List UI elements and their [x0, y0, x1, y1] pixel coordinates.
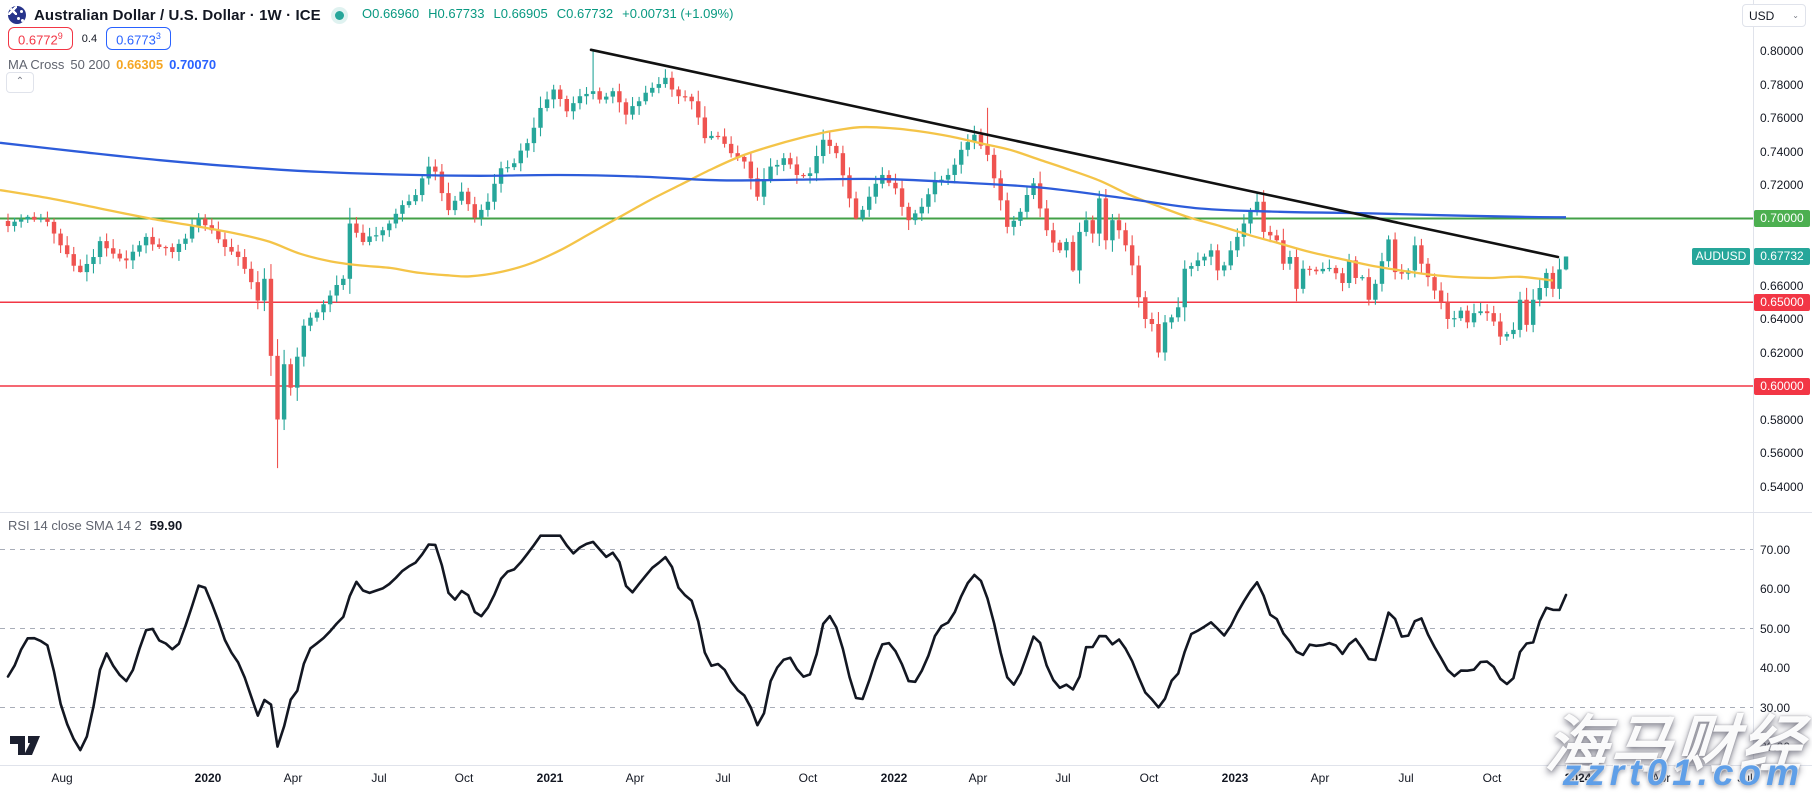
time-axis-label[interactable]: 2021 — [537, 771, 564, 785]
time-axis-label[interactable]: Aug — [51, 771, 72, 785]
sell-button[interactable]: 0.67729 — [8, 27, 73, 50]
price-axis-label: 0.54000 — [1760, 480, 1803, 494]
time-axis-label[interactable]: 2020 — [195, 771, 222, 785]
symbol-header: Australian Dollar / U.S. Dollar · 1W · I… — [8, 4, 344, 26]
rsi-axis-label: 30.00 — [1760, 701, 1790, 715]
symbol-title[interactable]: Australian Dollar / U.S. Dollar · 1W · I… — [34, 7, 321, 24]
close-value: C0.67732 — [557, 6, 613, 21]
rsi-axis-label: 50.00 — [1760, 622, 1790, 636]
rsi-title[interactable]: RSI 14 close SMA 14 2 — [8, 518, 142, 533]
indicator-title[interactable]: MA Cross — [8, 57, 64, 72]
time-axis-label[interactable]: Oct — [799, 771, 818, 785]
time-axis-label[interactable]: 2024 — [1565, 771, 1592, 785]
time-axis-label[interactable]: Jul — [715, 771, 730, 785]
ma200-line[interactable] — [0, 143, 1566, 218]
price-axis-label: 0.62000 — [1760, 346, 1803, 360]
market-status-icon — [335, 11, 344, 20]
rsi-indicator-row: RSI 14 close SMA 14 2 59.90 — [8, 518, 182, 533]
spread-value: 0.4 — [80, 33, 99, 45]
rsi-axis-label: 70.00 — [1760, 543, 1790, 557]
currency-label: USD — [1749, 9, 1774, 23]
time-axis-label[interactable]: Oct — [455, 771, 474, 785]
price-axis-label: 0.66000 — [1760, 279, 1803, 293]
low-value: L0.66905 — [494, 6, 548, 21]
ma50-line[interactable] — [0, 127, 1553, 280]
price-axis-label: 0.56000 — [1760, 446, 1803, 460]
high-value: H0.67733 — [428, 6, 484, 21]
time-axis-label[interactable]: Oct — [1483, 771, 1502, 785]
tradingview-chart-window: Australian Dollar / U.S. Dollar · 1W · I… — [0, 0, 1812, 794]
tradingview-logo[interactable] — [10, 736, 44, 756]
time-axis-label[interactable]: Apr — [969, 771, 988, 785]
change-value: +0.00731 (+1.09%) — [622, 6, 733, 21]
price-axis-label: 0.74000 — [1760, 145, 1803, 159]
level-70-badge: 0.70000 — [1754, 210, 1810, 227]
rsi-gridlines — [0, 550, 1753, 708]
indicator-params: 50 200 — [70, 57, 110, 72]
rsi-axis-label: 20.00 — [1760, 740, 1790, 754]
time-axis-label[interactable]: Jul — [1055, 771, 1070, 785]
time-axis-label[interactable]: Oct — [1140, 771, 1159, 785]
ma50-value: 0.66305 — [116, 57, 163, 72]
time-axis-label[interactable]: Apr — [284, 771, 303, 785]
candlestick-series[interactable] — [6, 50, 1568, 468]
time-axis-label[interactable]: Apr — [626, 771, 645, 785]
currency-dropdown[interactable]: USD ⌄ — [1742, 4, 1806, 27]
trade-panel: 0.67729 0.4 0.67733 — [8, 27, 171, 50]
time-axis-label[interactable]: Apr — [1652, 771, 1671, 785]
collapse-panel-button[interactable]: ⌃ — [6, 72, 34, 93]
price-axis-label: 0.80000 — [1760, 44, 1803, 58]
ohlc-values: O0.66960 H0.67733 L0.66905 C0.67732 +0.0… — [362, 6, 733, 21]
time-axis-label[interactable]: Jul — [1398, 771, 1413, 785]
price-axis-label: 0.58000 — [1760, 413, 1803, 427]
ma-cross-indicator-row: MA Cross 50 200 0.66305 0.70070 — [8, 57, 216, 72]
rsi-line[interactable] — [8, 536, 1566, 750]
level-65-badge: 0.65000 — [1754, 294, 1810, 311]
time-axis-label[interactable]: 2022 — [881, 771, 908, 785]
time-axis-label[interactable]: Jul — [371, 771, 386, 785]
audusd-symbol-badge: AUDUSD — [1692, 248, 1750, 265]
chart-canvas[interactable] — [0, 0, 1812, 794]
rsi-axis-label: 60.00 — [1760, 582, 1790, 596]
level-60-badge: 0.60000 — [1754, 378, 1810, 395]
time-axis-label[interactable]: 2023 — [1222, 771, 1249, 785]
rsi-axis-label: 40.00 — [1760, 661, 1790, 675]
price-axis-label: 0.76000 — [1760, 111, 1803, 125]
open-value: O0.66960 — [362, 6, 419, 21]
chevron-down-icon: ⌄ — [1792, 11, 1799, 20]
price-axis-label: 0.64000 — [1760, 312, 1803, 326]
last-price-badge: 0.67732 — [1754, 248, 1810, 265]
price-axis-label: 0.78000 — [1760, 78, 1803, 92]
time-axis-label[interactable]: Apr — [1311, 771, 1330, 785]
ma200-value: 0.70070 — [169, 57, 216, 72]
buy-button[interactable]: 0.67733 — [106, 27, 171, 50]
time-axis-label[interactable]: Jul — [1737, 771, 1752, 785]
price-axis-label: 0.72000 — [1760, 178, 1803, 192]
rsi-value: 59.90 — [150, 518, 183, 533]
australia-flag-icon — [8, 6, 26, 24]
